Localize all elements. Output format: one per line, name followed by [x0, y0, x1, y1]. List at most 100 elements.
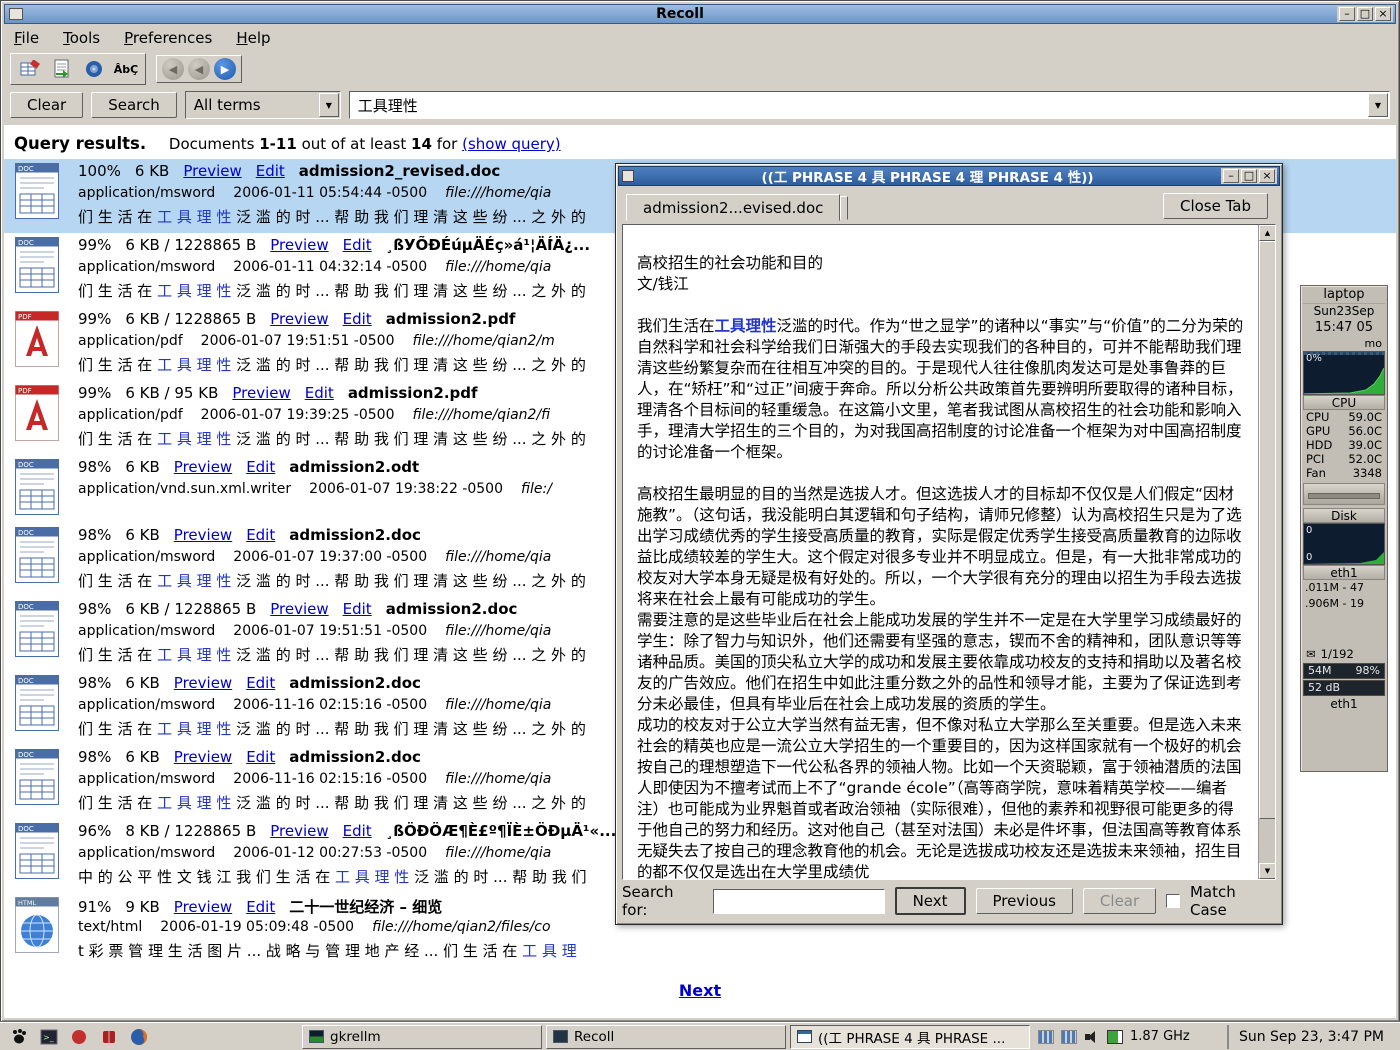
firefox-icon[interactable] [128, 1026, 150, 1048]
tray-keyboard-icon[interactable] [1038, 1030, 1054, 1044]
red-app-icon[interactable] [68, 1026, 90, 1048]
toolbar-group-main: ÂbÇ [10, 53, 146, 85]
search-button[interactable]: Search [91, 92, 177, 118]
search-mode-select[interactable]: All terms ▼ [185, 91, 341, 119]
chevron-down-icon[interactable]: ▼ [319, 93, 339, 117]
preview-titlebar[interactable]: ((工 PHRASE 4 具 PHRASE 4 理 PHRASE 4 性)) –… [618, 166, 1280, 186]
show-query-link[interactable]: (show query) [462, 135, 561, 153]
menu-preferences[interactable]: Preferences [124, 29, 212, 47]
preview-next-button[interactable]: Next [895, 887, 966, 915]
main-titlebar[interactable]: Recoll – □ × [4, 4, 1396, 24]
query-input[interactable] [350, 96, 1368, 114]
edit-link[interactable]: Edit [246, 898, 275, 916]
edit-link[interactable]: Edit [246, 458, 275, 476]
result-date: 2006-01-07 19:51:51 -0500 [233, 623, 427, 639]
menu-help[interactable]: Help [236, 29, 270, 47]
menu-tools[interactable]: Tools [63, 29, 100, 47]
preview-link[interactable]: Preview [183, 162, 241, 180]
cpu-panel-label[interactable]: CPU [1303, 395, 1385, 410]
eth1-bottom-label: eth1 [1303, 697, 1385, 712]
file-size: 8 KB / 1228865 B [125, 822, 256, 840]
scrollbar-thumb[interactable] [1259, 241, 1276, 819]
clear-button[interactable]: Clear [10, 92, 83, 118]
next-page-link[interactable]: Next [679, 981, 721, 1000]
taskbar-button-gkrellm[interactable]: gkrellm [302, 1025, 542, 1049]
taskbar-button-recoll[interactable]: Recoll [546, 1025, 786, 1049]
preview-paragraph: 成功的校友对于公立大学当然有益无害，但不像对私立大学那么至关重要。但是选入未来社… [637, 715, 1245, 879]
edit-link[interactable]: Edit [246, 748, 275, 766]
preview-search-input[interactable] [713, 889, 885, 914]
file-url: file:/ [521, 481, 552, 497]
fan-meter[interactable] [1303, 483, 1385, 505]
menu-file[interactable]: File [14, 29, 39, 47]
preview-text-area[interactable]: 高校招生的社会功能和目的文/钱江 我们生活在工具理性泛滥的时代。作为“世之显学”… [622, 224, 1276, 880]
match-case-checkbox[interactable] [1166, 894, 1180, 908]
term-explorer-button[interactable]: ÂbÇ [112, 56, 140, 82]
preview-link[interactable]: Preview [270, 236, 328, 254]
preview-maximize-button[interactable]: □ [1241, 169, 1257, 183]
preview-link[interactable]: Preview [232, 384, 290, 402]
preview-scrollbar[interactable]: ▲ ▼ [1258, 225, 1275, 879]
edit-link[interactable]: Edit [305, 384, 334, 402]
terminal-icon[interactable]: >_ [38, 1026, 60, 1048]
maximize-button[interactable]: □ [1357, 7, 1373, 21]
mime-type: application/vnd.sun.xml.writer [78, 481, 291, 497]
edit-link[interactable]: Edit [246, 526, 275, 544]
result-title: admission2.doc [289, 748, 421, 766]
edit-link[interactable]: Edit [343, 600, 372, 618]
task-label: gkrellm [330, 1029, 381, 1045]
disk-bottom-value: 0 [1306, 552, 1312, 563]
mail-count: 1/192 [1321, 647, 1354, 661]
close-tab-button[interactable]: Close Tab [1163, 193, 1268, 219]
scroll-up-icon[interactable]: ▲ [1259, 225, 1276, 241]
back-button[interactable]: ◀ [162, 58, 184, 80]
battery-icon[interactable] [1107, 1030, 1123, 1044]
preview-link[interactable]: Preview [174, 674, 232, 692]
preview-link[interactable]: Preview [174, 748, 232, 766]
forward-button[interactable]: ▶ [214, 58, 236, 80]
scroll-down-icon[interactable]: ▼ [1259, 863, 1276, 879]
preview-link[interactable]: Preview [270, 600, 328, 618]
preview-link[interactable]: Preview [174, 458, 232, 476]
preview-link[interactable]: Preview [174, 526, 232, 544]
disk-panel-label[interactable]: Disk [1303, 508, 1385, 523]
red-book-icon[interactable] [98, 1026, 120, 1048]
signal-meter[interactable]: 52 dB [1303, 680, 1385, 696]
preview-link[interactable]: Preview [270, 310, 328, 328]
tray-display-icon[interactable] [1061, 1030, 1077, 1044]
sort-button[interactable] [80, 56, 108, 82]
back-alt-button[interactable]: ◀ [188, 58, 210, 80]
preview-close-button[interactable]: × [1259, 169, 1275, 183]
query-history-dropdown-icon[interactable]: ▼ [1368, 93, 1388, 117]
sensor-row-fan: Fan3348 [1303, 466, 1385, 480]
gkrellm-hostname[interactable]: laptop [1303, 287, 1385, 304]
preview-tab[interactable]: admission2...evised.doc [626, 194, 840, 221]
edit-link[interactable]: Edit [246, 674, 275, 692]
result-title: ¸ßÖÐÖÆ¶È£º¶ÏÈ±ÖÐµÄ¹«... [386, 822, 617, 840]
clear-results-button[interactable] [16, 56, 44, 82]
highlighted-term: 工 具 理 性 [157, 208, 231, 226]
edit-link[interactable]: Edit [256, 162, 285, 180]
result-title: 二十一世纪经济 – 细览 [289, 896, 442, 917]
minimize-button[interactable]: – [1339, 7, 1355, 21]
document-history-button[interactable] [48, 56, 76, 82]
edit-link[interactable]: Edit [343, 822, 372, 840]
mail-monitor[interactable]: ✉ 1/192 [1303, 646, 1385, 662]
edit-link[interactable]: Edit [343, 236, 372, 254]
close-button[interactable]: × [1375, 7, 1391, 21]
window-menu-icon[interactable] [9, 8, 23, 20]
eth1-panel-label[interactable]: eth1 [1303, 565, 1385, 580]
edit-link[interactable]: Edit [343, 310, 372, 328]
preview-link[interactable]: Preview [174, 898, 232, 916]
volume-icon[interactable] [1084, 1030, 1100, 1044]
taskbar-button-window[interactable]: ((工 PHRASE 4 具 PHRASE ... [790, 1025, 1030, 1049]
preview-previous-button[interactable]: Previous [976, 888, 1073, 914]
file-url: file:///home/qian2/files/co [372, 919, 551, 935]
mime-type: text/html [78, 919, 142, 935]
memory-meter[interactable]: 54M 98% [1303, 663, 1385, 679]
taskbar-clock[interactable]: Sun Sep 23, 3:47 PM [1227, 1025, 1394, 1049]
window-maker-paw-icon[interactable] [8, 1026, 30, 1048]
system-tray: 1.87 GHz [1038, 1023, 1190, 1050]
preview-minimize-button[interactable]: – [1223, 169, 1239, 183]
preview-link[interactable]: Preview [270, 822, 328, 840]
